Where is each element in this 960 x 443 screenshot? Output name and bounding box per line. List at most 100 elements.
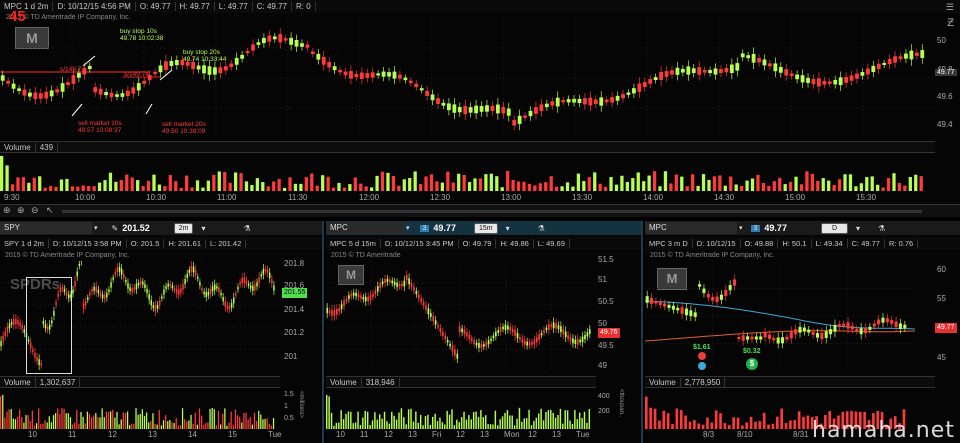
dividend-label: $1.61 [693, 344, 711, 351]
zoom-in-icon[interactable]: ⊕ [17, 205, 25, 216]
volume-bar [90, 417, 93, 429]
volume-bar [908, 176, 912, 191]
candle [403, 280, 406, 287]
dropdown-icon[interactable]: ▾ [406, 224, 410, 232]
volume-bar [398, 412, 400, 429]
x-tick: 9:30 [4, 193, 20, 202]
volume-bar [69, 417, 72, 429]
candle [449, 343, 451, 347]
candle [173, 288, 176, 291]
pan-icon[interactable]: ⊕ [3, 205, 11, 216]
volume-bar [150, 421, 152, 429]
volume-bar [272, 418, 275, 429]
timeframe-button[interactable]: 2m [173, 222, 194, 234]
candle [876, 63, 881, 70]
volume-bar [506, 171, 510, 191]
volume-bar [352, 423, 354, 429]
candle [868, 326, 872, 330]
volume-bar [19, 409, 21, 429]
candle [186, 273, 188, 278]
candle [38, 93, 43, 99]
x-tick: 11:00 [217, 193, 237, 202]
volume-bar [245, 412, 247, 429]
link-group-icon[interactable]: 3 [750, 224, 761, 232]
volume-bar [745, 422, 749, 429]
x-tick: Tue [576, 430, 590, 439]
vol-tick: 200 [598, 408, 610, 415]
timeframe-dropdown-icon[interactable]: ▾ [201, 224, 205, 233]
dividend-icon[interactable]: $ [746, 358, 758, 370]
volume-bar [456, 419, 458, 429]
symbol-input[interactable]: MPC [326, 222, 404, 234]
candle [621, 94, 625, 99]
candle [17, 320, 19, 325]
volume-bar [843, 174, 847, 191]
link-group-icon[interactable]: 3 [419, 224, 430, 232]
volume-bar [168, 175, 172, 191]
x-tick: 8/31 [793, 430, 809, 439]
candle [420, 298, 423, 302]
candle [228, 305, 231, 310]
flask-icon[interactable]: ⚗ [878, 224, 885, 233]
expand-icon[interactable]: Ƶ [947, 17, 954, 29]
candle [10, 322, 13, 325]
candle [142, 80, 147, 84]
info-icon[interactable] [698, 362, 706, 370]
candle [740, 53, 745, 58]
volume-bar [112, 409, 114, 429]
candle [71, 75, 76, 84]
open-field: O: 201.5 [127, 239, 165, 248]
cursor-icon[interactable]: ↖ [46, 205, 54, 216]
candle [768, 63, 772, 67]
candle [671, 305, 675, 310]
mpc-3m-price-chart[interactable] [645, 261, 915, 371]
candle [686, 66, 691, 75]
flask-icon[interactable]: ⚗ [244, 224, 251, 233]
earnings-icon[interactable] [698, 352, 706, 360]
candle [555, 97, 560, 107]
timeframe-button[interactable]: 15m [473, 222, 498, 234]
symbol-period: SPY 1 d 2m [0, 239, 49, 248]
candle [376, 73, 381, 76]
timeframe-dropdown-icon[interactable]: ▾ [506, 224, 510, 233]
candle [226, 305, 229, 309]
symbol-input[interactable]: SPY [0, 222, 92, 234]
spy-volume-chart [0, 394, 275, 429]
candle [849, 75, 854, 81]
candle [732, 279, 737, 286]
candle [523, 115, 527, 118]
volume-bar [564, 410, 566, 429]
chart-settings-icon[interactable]: ☰ [946, 2, 954, 13]
candle [97, 289, 100, 294]
candle [2, 335, 4, 342]
volume-bar [4, 417, 6, 429]
volume-bar [46, 422, 48, 429]
volume-bar [230, 411, 232, 429]
flask-icon[interactable]: ⚗ [538, 224, 545, 233]
mpc-15m-price-chart[interactable] [326, 261, 596, 371]
last-price-label: 201.55 [282, 288, 308, 298]
volume-bar [560, 186, 564, 191]
horizontal-scrollbar[interactable] [62, 210, 922, 213]
volume-bar [366, 411, 369, 429]
volume-bar [331, 187, 336, 191]
volume-bar [376, 419, 379, 429]
volume-bar [59, 179, 64, 191]
volume-bar [179, 425, 182, 429]
y-tick: 201.2 [284, 328, 305, 337]
candle [767, 334, 771, 339]
high-field: H: 49.77 [176, 2, 215, 11]
pencil-icon[interactable]: ✎ [112, 224, 119, 233]
dropdown-icon[interactable]: ▾ [94, 224, 98, 232]
symbol-input[interactable]: MPC [645, 222, 737, 234]
timeframe-dropdown-icon[interactable]: ▾ [856, 224, 860, 233]
timeframe-button[interactable]: D [820, 222, 849, 234]
mpc-3m-info-header: MPC 3 m D D: 10/12/15 O: 49.88 H: 50.1 L… [645, 237, 960, 250]
volume-bar [205, 423, 207, 429]
x-tick: 13 [148, 430, 157, 439]
volume-bar [482, 417, 485, 429]
zoom-out-icon[interactable]: ⊖ [31, 205, 39, 216]
copyright: 2015 © TD Ameritrade [331, 252, 401, 259]
volume-bar [761, 182, 766, 191]
dropdown-icon[interactable]: ▾ [739, 224, 743, 232]
